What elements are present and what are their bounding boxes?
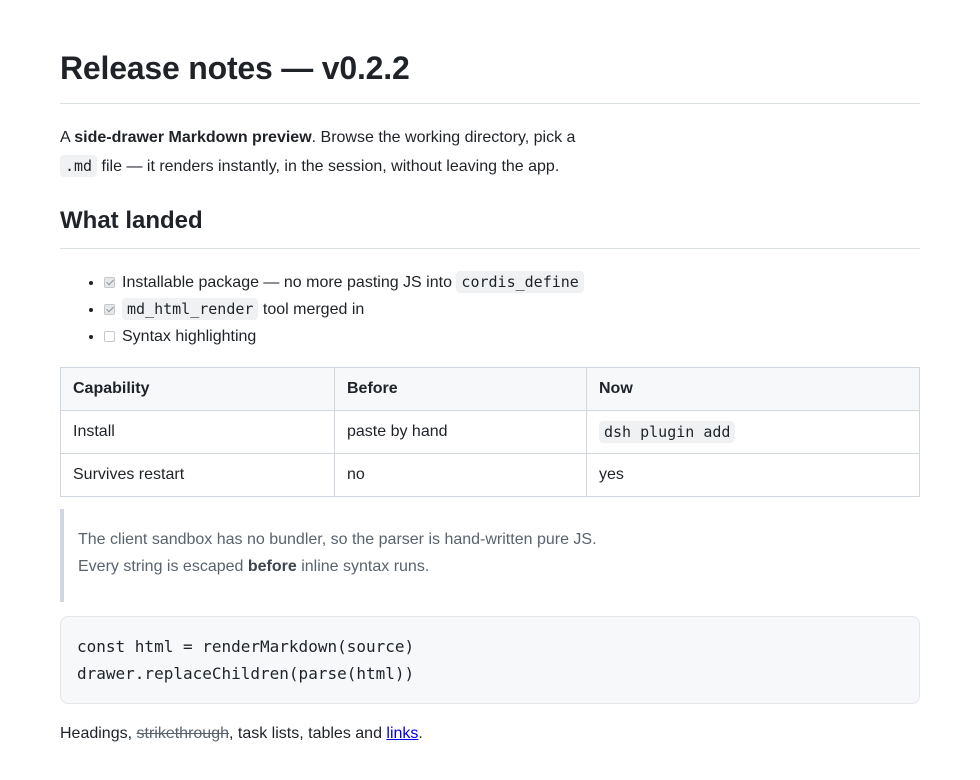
task-item: Installable package — no more pasting JS… xyxy=(104,269,920,296)
intro-suffix: file — it renders instantly, in the sess… xyxy=(97,158,560,175)
quote-line-2-prefix: Every string is escaped xyxy=(78,558,248,575)
table-cell: Install xyxy=(60,410,335,454)
code-line: const html = renderMarkdown(source) xyxy=(77,637,415,656)
table-cell: Survives restart xyxy=(60,453,335,497)
markdown-preview: Release notes — v0.2.2 A side-drawer Mar… xyxy=(0,0,980,748)
intro-paragraph: A side-drawer Markdown preview. Browse t… xyxy=(60,124,920,181)
table-cell-code: dsh plugin add xyxy=(599,420,736,443)
table-header-row: Capability Before Now xyxy=(60,367,920,411)
footer-suffix: . xyxy=(418,725,423,742)
task-text: Syntax highlighting xyxy=(122,328,257,345)
table-header: Capability xyxy=(60,367,335,411)
quote-line-1: The client sandbox has no bundler, so th… xyxy=(78,531,597,548)
task-checkbox-checked[interactable] xyxy=(104,304,115,315)
blockquote: The client sandbox has no bundler, so th… xyxy=(60,509,920,602)
table-header: Before xyxy=(334,367,587,411)
task-text: Installable package — no more pasting JS… xyxy=(122,274,457,291)
intro-middle: . Browse the working directory, pick a xyxy=(311,129,576,146)
table-header: Now xyxy=(586,367,920,411)
intro-bold: side-drawer Markdown preview xyxy=(74,129,312,146)
table-row: Install paste by hand dsh plugin add xyxy=(60,410,920,454)
code-block: const html = renderMarkdown(source) draw… xyxy=(60,616,920,704)
footer-paragraph: Headings, strikethrough, task lists, tab… xyxy=(60,720,920,748)
task-item: md_html_render tool merged in xyxy=(104,296,920,323)
task-item: Syntax highlighting xyxy=(104,323,920,350)
intro-prefix: A xyxy=(60,129,75,146)
table-cell: no xyxy=(334,453,587,497)
footer-strikethrough: strikethrough xyxy=(136,725,230,742)
task-checkbox-unchecked[interactable] xyxy=(104,331,115,342)
quote-line-2-suffix: inline syntax runs. xyxy=(296,558,430,575)
task-code: cordis_define xyxy=(456,271,584,293)
intro-code: .md xyxy=(60,155,98,177)
table-cell: yes xyxy=(586,453,920,497)
table-cell: dsh plugin add xyxy=(586,410,920,454)
table-row: Survives restart no yes xyxy=(60,453,920,497)
task-code: md_html_render xyxy=(122,298,259,320)
quote-bold: before xyxy=(247,558,297,575)
section-heading: What landed xyxy=(60,206,920,249)
footer-prefix: Headings, xyxy=(60,725,137,742)
task-text: tool merged in xyxy=(258,301,365,318)
task-list: Installable package — no more pasting JS… xyxy=(60,269,920,350)
task-checkbox-checked[interactable] xyxy=(104,277,115,288)
capability-table: Capability Before Now Install paste by h… xyxy=(60,367,920,497)
table-cell: paste by hand xyxy=(334,410,587,454)
footer-middle: , task lists, tables and xyxy=(229,725,387,742)
footer-link[interactable]: links xyxy=(386,725,418,742)
code-line: drawer.replaceChildren(parse(html)) xyxy=(77,664,415,683)
page-title: Release notes — v0.2.2 xyxy=(60,0,920,104)
